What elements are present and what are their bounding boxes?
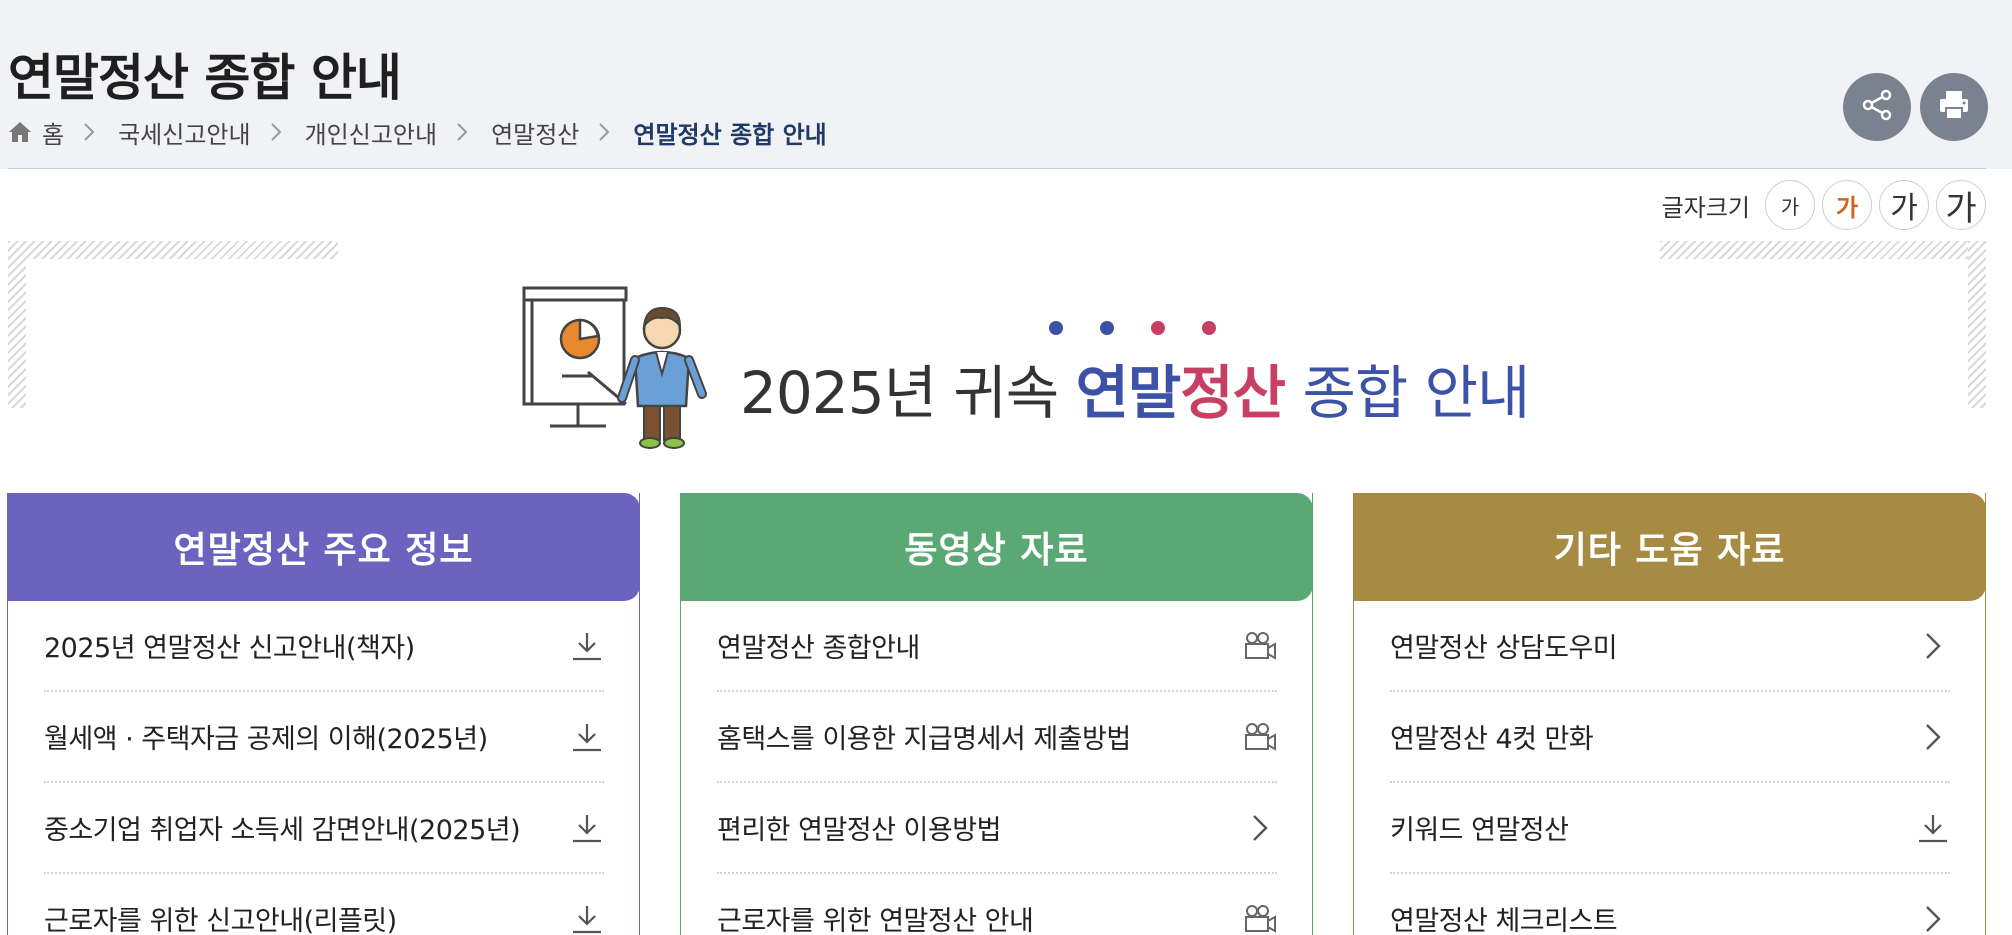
chevron-right-icon — [269, 122, 283, 142]
list-item-label: 연말정산 체크리스트 — [1390, 906, 1618, 935]
font-size-control: 글자크기 가 가 가 가 — [1662, 180, 1986, 230]
share-icon — [1859, 87, 1895, 127]
banner-frame-top-right — [1660, 241, 1986, 259]
list-item-label: 월세액 · 주택자금 공제의 이해(2025년) — [44, 724, 488, 755]
download-icon[interactable] — [1916, 811, 1950, 845]
list-item[interactable]: 편리한 연말정산 이용방법 — [717, 783, 1277, 874]
page-title: 연말정산 종합 안내 — [8, 49, 402, 107]
column-title-main-info: 연말정산 주요 정보 — [7, 493, 640, 601]
list-item-label: 키워드 연말정산 — [1390, 815, 1569, 846]
banner-word-settlement: 정산 — [1180, 359, 1286, 427]
column-title-videos: 동영상 자료 — [680, 493, 1313, 601]
breadcrumb-current: 연말정산 종합 안내 — [633, 120, 827, 149]
list-item[interactable]: 근로자를 위한 연말정산 안내 — [717, 874, 1277, 935]
column-other-resources: 기타 도움 자료 연말정산 상담도우미 연말정산 4컷 만화 키워드 연말정산 … — [1353, 493, 1986, 935]
breadcrumb-personal-filing[interactable]: 개인신고안내 — [305, 115, 437, 150]
font-size-large-button[interactable]: 가 — [1879, 180, 1929, 230]
list-item[interactable]: 2025년 연말정산 신고안내(책자) — [44, 601, 604, 692]
list-item-label: 편리한 연말정산 이용방법 — [717, 815, 1001, 846]
chevron-right-icon — [82, 122, 96, 142]
breadcrumb-year-end[interactable]: 연말정산 — [491, 115, 579, 150]
banner-frame-top-left — [8, 241, 338, 259]
column-videos: 동영상 자료 연말정산 종합안내 홈택스를 이용한 지급명세서 제출방법 편리한… — [680, 493, 1313, 935]
banner-title: 2025년 귀속 연말정산 종합 안내 — [740, 346, 1530, 430]
download-icon[interactable] — [570, 811, 604, 845]
chevron-right-icon[interactable] — [1243, 811, 1277, 845]
home-icon[interactable] — [8, 121, 32, 143]
list-item-label: 연말정산 4컷 만화 — [1390, 724, 1594, 755]
print-button[interactable] — [1920, 73, 1988, 141]
banner-dot-blue-2 — [1100, 321, 1114, 335]
list-item[interactable]: 근로자를 위한 신고안내(리플릿) — [44, 874, 604, 935]
list-item[interactable]: 홈택스를 이용한 지급명세서 제출방법 — [717, 692, 1277, 783]
chevron-right-icon — [455, 122, 469, 142]
banner-dot-blue-1 — [1049, 321, 1063, 335]
list-item-label: 2025년 연말정산 신고안내(책자) — [44, 633, 415, 664]
presenter-illustration — [522, 286, 707, 449]
list-item[interactable]: 연말정산 체크리스트 — [1390, 874, 1950, 935]
banner-year: 2025년 귀속 — [740, 359, 1059, 427]
list-item-label: 근로자를 위한 연말정산 안내 — [717, 906, 1034, 935]
breadcrumb: 홈 국세신고안내 개인신고안내 연말정산 연말정산 종합 안내 — [8, 114, 827, 150]
column-list-other-resources: 연말정산 상담도우미 연말정산 4컷 만화 키워드 연말정산 연말정산 체크리스… — [1390, 601, 1950, 935]
list-item-label: 연말정산 상담도우미 — [1390, 633, 1618, 664]
banner-frame-left — [8, 241, 26, 408]
chevron-right-icon[interactable] — [1916, 902, 1950, 935]
video-camera-icon[interactable] — [1243, 902, 1277, 935]
video-camera-icon[interactable] — [1243, 629, 1277, 663]
header-divider — [8, 168, 1986, 169]
video-camera-icon[interactable] — [1243, 720, 1277, 754]
font-size-default-button[interactable]: 가 — [1822, 180, 1872, 230]
font-size-label: 글자크기 — [1661, 193, 1750, 222]
chevron-right-icon[interactable] — [1916, 720, 1950, 754]
banner-frame-right — [1968, 241, 1986, 408]
banner-word-year-end: 연말 — [1075, 359, 1182, 427]
list-item-label: 홈택스를 이용한 지급명세서 제출방법 — [717, 724, 1131, 755]
column-title-other-resources: 기타 도움 자료 — [1353, 493, 1986, 601]
download-icon[interactable] — [570, 720, 604, 754]
list-item[interactable]: 연말정산 종합안내 — [717, 601, 1277, 692]
list-item[interactable]: 연말정산 4컷 만화 — [1390, 692, 1950, 783]
printer-icon — [1936, 87, 1972, 127]
breadcrumb-tax-filing[interactable]: 국세신고안내 — [118, 115, 250, 150]
column-main-info: 연말정산 주요 정보 2025년 연말정산 신고안내(책자) 월세액 · 주택자… — [7, 493, 640, 935]
font-size-largest-button[interactable]: 가 — [1936, 180, 1986, 230]
banner-dot-pink-1 — [1151, 321, 1165, 335]
list-item-label: 중소기업 취업자 소득세 감면안내(2025년) — [44, 815, 521, 846]
list-item[interactable]: 키워드 연말정산 — [1390, 783, 1950, 874]
list-item[interactable]: 중소기업 취업자 소득세 감면안내(2025년) — [44, 783, 604, 874]
banner-word-guide: 종합 안내 — [1302, 359, 1530, 427]
list-item-label: 근로자를 위한 신고안내(리플릿) — [44, 906, 397, 935]
chevron-right-icon[interactable] — [1916, 629, 1950, 663]
column-list-main-info: 2025년 연말정산 신고안내(책자) 월세액 · 주택자금 공제의 이해(20… — [44, 601, 604, 935]
list-item[interactable]: 월세액 · 주택자금 공제의 이해(2025년) — [44, 692, 604, 783]
column-list-videos: 연말정산 종합안내 홈택스를 이용한 지급명세서 제출방법 편리한 연말정산 이… — [717, 601, 1277, 935]
list-item[interactable]: 연말정산 상담도우미 — [1390, 601, 1950, 692]
page-header: 연말정산 종합 안내 홈 국세신고안내 개인신고안내 연말정산 연말정산 종합 … — [0, 0, 2012, 169]
share-button[interactable] — [1843, 73, 1911, 141]
banner-dot-pink-2 — [1202, 321, 1216, 335]
download-icon[interactable] — [570, 629, 604, 663]
download-icon[interactable] — [570, 902, 604, 935]
font-size-smallest-button[interactable]: 가 — [1765, 180, 1815, 230]
chevron-right-icon — [597, 122, 611, 142]
breadcrumb-home[interactable]: 홈 — [42, 115, 64, 150]
list-item-label: 연말정산 종합안내 — [717, 633, 920, 664]
